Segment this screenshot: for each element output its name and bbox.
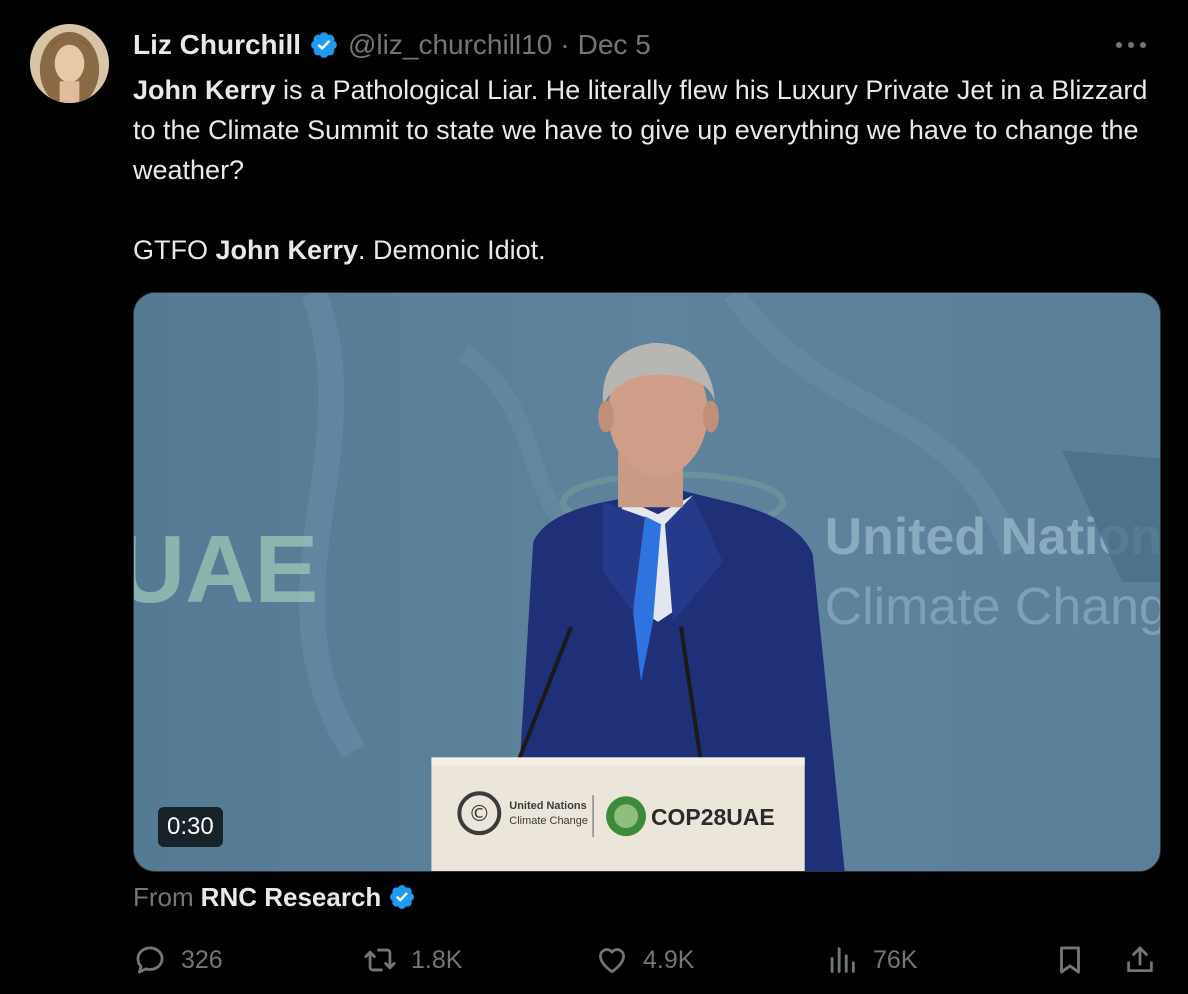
tweet-paragraph: John Kerry is a Pathological Liar. He li…: [133, 70, 1163, 190]
podium-un-text-1: United Nations: [509, 800, 586, 812]
backdrop-uae-text: UAE: [134, 516, 318, 623]
tweet-text-span: . Demonic Idiot.: [358, 235, 546, 265]
avatar[interactable]: [30, 24, 109, 103]
repost-count: 1.8K: [411, 945, 463, 974]
tweet-text-span: GTFO: [133, 235, 216, 265]
verified-badge-icon[interactable]: [309, 30, 339, 60]
verified-badge-icon[interactable]: [388, 883, 416, 911]
reply-icon: [133, 943, 167, 977]
action-bar: 326 1.8K 4.9K 76K: [133, 940, 1160, 980]
tweet-header: Liz Churchill @liz_churchill10 · Dec 5: [133, 26, 1148, 64]
tweet-paragraph: GTFO John Kerry. Demonic Idiot.: [133, 230, 1163, 270]
bookmark-button[interactable]: [1053, 940, 1087, 980]
repost-button[interactable]: 1.8K: [363, 940, 462, 980]
heart-icon: [595, 943, 629, 977]
views-count: 76K: [873, 945, 918, 974]
post-date[interactable]: Dec 5: [578, 29, 651, 61]
tweet[interactable]: Liz Churchill @liz_churchill10 · Dec 5 J…: [0, 0, 1188, 994]
like-button[interactable]: 4.9K: [595, 940, 694, 980]
source-account-link[interactable]: RNC Research: [201, 882, 382, 913]
source-prefix: From: [133, 881, 194, 912]
share-button[interactable]: [1123, 940, 1157, 980]
views-button[interactable]: 76K: [825, 940, 917, 980]
views-icon: [825, 943, 859, 977]
video-source: From RNC Research: [133, 879, 416, 915]
avatar-image: [30, 24, 109, 103]
bookmark-icon: [1053, 943, 1087, 977]
video-player[interactable]: UAE United Nations Climate Change © Unit…: [133, 292, 1161, 872]
podium-cop-text: COP28UAE: [651, 804, 775, 830]
author-display-name[interactable]: Liz Churchill: [133, 29, 301, 61]
repost-icon: [363, 943, 397, 977]
tweet-text: John Kerry is a Pathological Liar. He li…: [133, 70, 1163, 270]
video-duration: 0:30: [158, 807, 223, 847]
mention-bold: John Kerry: [215, 235, 359, 265]
svg-text:©: ©: [468, 802, 490, 827]
author-handle[interactable]: @liz_churchill10: [348, 29, 552, 61]
podium-un-text-2: Climate Change: [509, 815, 588, 827]
reply-count: 326: [181, 945, 223, 974]
video-frame: UAE United Nations Climate Change © Unit…: [134, 293, 1160, 871]
separator-dot: ·: [560, 29, 570, 60]
tweet-text-span: is a Pathological Liar. He literally fle…: [133, 75, 1148, 185]
backdrop-un-text-2: Climate Change: [825, 577, 1160, 635]
reply-button[interactable]: 326: [133, 940, 223, 980]
share-icon: [1123, 943, 1157, 977]
more-icon[interactable]: [1114, 30, 1148, 60]
mention-bold: John Kerry: [133, 75, 276, 105]
like-count: 4.9K: [643, 945, 695, 974]
